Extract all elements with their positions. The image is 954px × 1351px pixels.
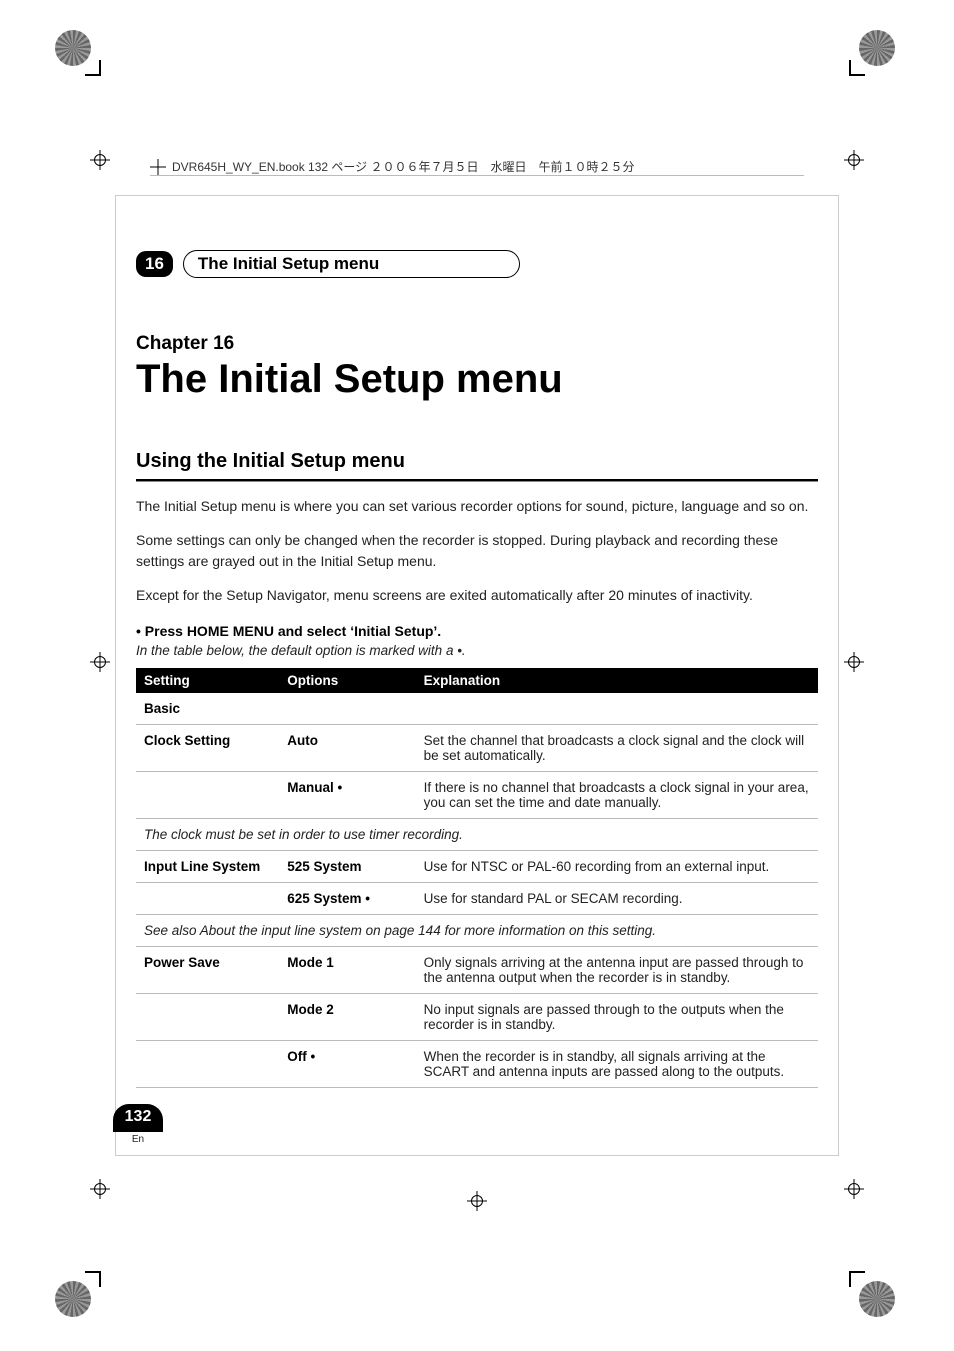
cell-option: Mode 2 (279, 994, 415, 1041)
settings-table: Setting Options Explanation Basic Clock … (136, 668, 818, 1088)
registration-mark-icon (844, 1179, 864, 1199)
table-row: Clock Setting Auto Set the channel that … (136, 725, 818, 772)
table-header-options: Options (279, 668, 415, 693)
table-header-row: Setting Options Explanation (136, 668, 818, 693)
book-meta-header: DVR645H_WY_EN.book 132 ページ ２００６年７月５日 水曜日… (150, 158, 635, 175)
registration-mark-icon (844, 150, 864, 170)
step-instruction: • Press HOME MENU and select ‘Initial Se… (136, 623, 818, 639)
table-note-row: The clock must be set in order to use ti… (136, 819, 818, 851)
cell-option: 625 System • (279, 883, 415, 915)
crop-mark-bottom-right (859, 1281, 899, 1321)
registration-mark-icon (467, 1191, 487, 1211)
registration-mark-icon (90, 1179, 110, 1199)
cell-setting: Clock Setting (136, 725, 279, 772)
table-note-text: The clock must be set in order to use ti… (136, 819, 818, 851)
cell-setting (136, 772, 279, 819)
registration-mark-icon (150, 159, 166, 175)
table-note-text: See also About the input line system on … (136, 915, 818, 947)
table-row: Input Line System 525 System Use for NTS… (136, 851, 818, 883)
registration-mark-icon (844, 652, 864, 672)
book-meta-text: DVR645H_WY_EN.book 132 ページ ２００６年７月５日 水曜日… (172, 158, 635, 175)
cell-explanation: Only signals arriving at the antenna inp… (416, 947, 818, 994)
cell-explanation: Set the channel that broadcasts a clock … (416, 725, 818, 772)
table-row: Off • When the recorder is in standby, a… (136, 1041, 818, 1088)
cell-option: Manual • (279, 772, 415, 819)
body-paragraph: Except for the Setup Navigator, menu scr… (136, 585, 818, 605)
cell-option: Auto (279, 725, 415, 772)
table-subheader-label: Basic (136, 693, 818, 725)
section-title: Using the Initial Setup menu (136, 450, 818, 473)
registration-mark-icon (90, 652, 110, 672)
cell-explanation: If there is no channel that broadcasts a… (416, 772, 818, 819)
cell-option: Mode 1 (279, 947, 415, 994)
step-note: In the table below, the default option i… (136, 643, 818, 658)
table-row: Mode 2 No input signals are passed throu… (136, 994, 818, 1041)
cell-setting: Input Line System (136, 851, 279, 883)
table-subheader-basic: Basic (136, 693, 818, 725)
chapter-number-badge: 16 (136, 251, 173, 277)
cell-option: 525 System (279, 851, 415, 883)
page-number-badge: 132 En (113, 1104, 163, 1156)
page-number: 132 (113, 1104, 163, 1132)
page-language: En (113, 1134, 163, 1145)
crop-mark-top-right (859, 30, 899, 70)
cell-setting (136, 994, 279, 1041)
table-row: Power Save Mode 1 Only signals arriving … (136, 947, 818, 994)
cell-option: Off • (279, 1041, 415, 1088)
crop-mark-bottom-left (55, 1281, 95, 1321)
cell-explanation: Use for NTSC or PAL-60 recording from an… (416, 851, 818, 883)
cell-explanation: When the recorder is in standby, all sig… (416, 1041, 818, 1088)
registration-mark-icon (90, 150, 110, 170)
chapter-title-pill: The Initial Setup menu (183, 250, 520, 278)
chapter-label: Chapter 16 (136, 333, 818, 355)
table-row: Manual • If there is no channel that bro… (136, 772, 818, 819)
cell-setting (136, 1041, 279, 1088)
chapter-title: The Initial Setup menu (136, 357, 818, 402)
body-paragraph: Some settings can only be changed when t… (136, 530, 818, 571)
table-header-explanation: Explanation (416, 668, 818, 693)
table-header-setting: Setting (136, 668, 279, 693)
book-meta-rule (150, 175, 804, 176)
crop-mark-top-left (55, 30, 95, 70)
running-header: 16 The Initial Setup menu (136, 250, 818, 278)
table-note-row: See also About the input line system on … (136, 915, 818, 947)
cell-explanation: No input signals are passed through to t… (416, 994, 818, 1041)
cell-setting (136, 883, 279, 915)
table-row: 625 System • Use for standard PAL or SEC… (136, 883, 818, 915)
cell-explanation: Use for standard PAL or SECAM recording. (416, 883, 818, 915)
cell-setting: Power Save (136, 947, 279, 994)
body-paragraph: The Initial Setup menu is where you can … (136, 496, 818, 516)
section-rule (136, 479, 818, 482)
